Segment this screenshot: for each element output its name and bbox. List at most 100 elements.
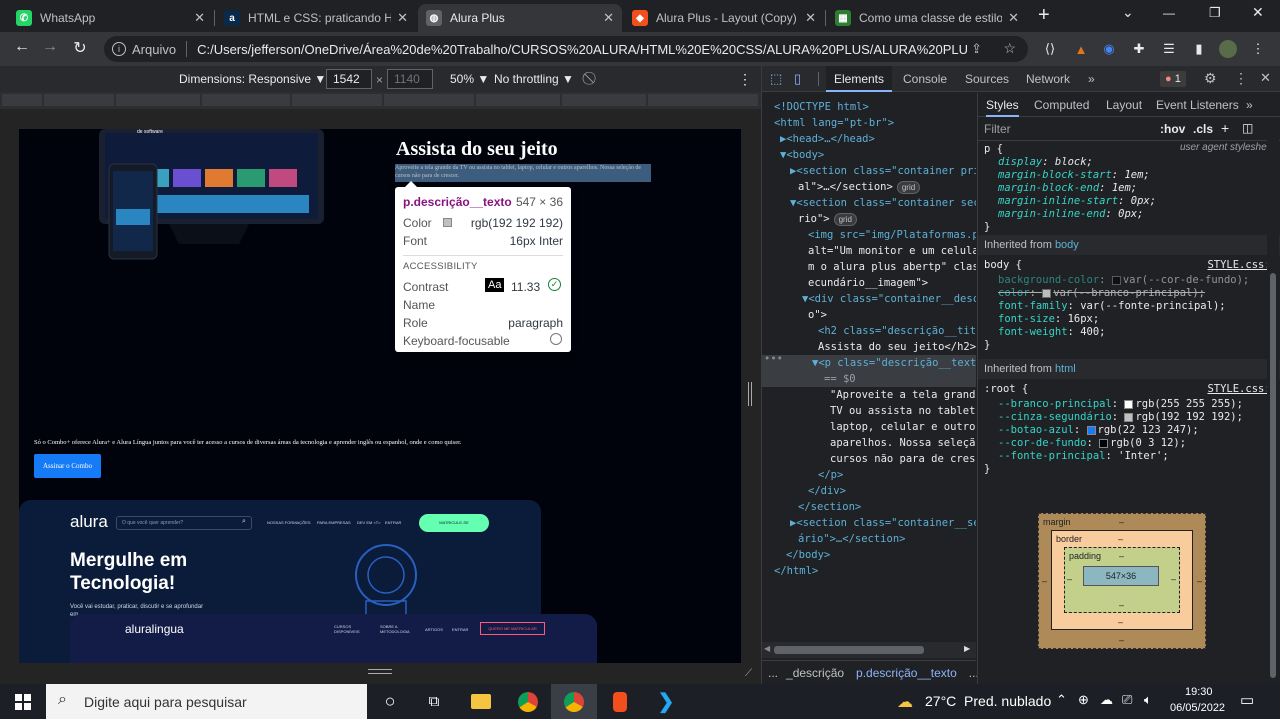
dom-node-line[interactable]: ▼<div class="container__desc — [802, 291, 976, 307]
inspect-element-icon[interactable]: ⬚ — [770, 71, 782, 87]
dom-node-line[interactable]: alt="Um monitor e um celula — [808, 243, 976, 259]
breadcrumb-more[interactable]: ... — [768, 666, 778, 680]
viewport-width-input[interactable]: 1542 — [326, 69, 372, 89]
clock-time[interactable]: 19:30 — [1185, 686, 1213, 698]
dom-tree[interactable]: <!DOCTYPE html> <html lang="pt-br"> ▶<head… — [762, 93, 976, 653]
chrome-icon[interactable] — [505, 684, 551, 719]
dom-horizontal-scrollbar[interactable]: ◀ ▶ — [762, 642, 976, 658]
address-bar[interactable]: i Arquivo C:/Users/jefferson/OneDrive/Ár… — [104, 36, 1028, 62]
tab-whatsapp[interactable]: ✆ WhatsApp ✕ — [8, 4, 213, 32]
grid-badge[interactable]: grid — [896, 181, 921, 194]
filter-input[interactable]: Filter — [984, 122, 1011, 136]
close-tab-icon[interactable]: ✕ — [397, 10, 408, 26]
css-variable[interactable]: --cinza-segundário: rgb(192 192 192); — [998, 411, 1243, 424]
tab-network[interactable]: Network — [1026, 66, 1070, 92]
dom-node-line[interactable]: o"> — [808, 307, 827, 323]
media-query-ruler[interactable] — [0, 92, 761, 109]
tab-figma[interactable]: ◆ Alura Plus - Layout (Copy) – ✕ — [624, 4, 824, 32]
vscode-icon[interactable]: ❯ — [643, 684, 689, 719]
dom-node-line[interactable]: ▼<body> — [780, 147, 824, 163]
alura-cta-button[interactable]: MATRICULE-SE — [419, 514, 489, 532]
dom-node-line[interactable]: </body> — [786, 547, 830, 563]
media-queue-icon[interactable]: ☰ — [1160, 40, 1178, 58]
tab-styles[interactable]: Styles — [986, 93, 1019, 117]
tab-sources[interactable]: Sources — [965, 66, 1009, 92]
weather-icon[interactable]: ☁ — [897, 692, 913, 712]
dom-node-line[interactable]: ▼<section class="container sec — [790, 195, 976, 211]
zoom-dropdown[interactable]: 50% ▼ — [450, 72, 489, 86]
share-icon[interactable]: ⇪ — [971, 41, 982, 57]
dom-node-line[interactable]: aparelhos. Nossa seleção — [830, 435, 976, 451]
lingua-nav-item[interactable]: ENTRAR — [452, 627, 468, 632]
settings-gear-icon[interactable]: ⚙ — [1204, 70, 1217, 87]
task-view-icon[interactable]: ⧉ — [411, 684, 457, 719]
network-icon[interactable]: ⎚ — [1122, 692, 1132, 708]
css-variable[interactable]: --fonte-principal: 'Inter'; — [998, 450, 1169, 463]
dom-node-line[interactable]: ▶<section class="container pri — [790, 163, 976, 179]
dom-node-line[interactable]: ▼<p class="descrição__texto — [762, 355, 976, 371]
windows-start-icon[interactable] — [0, 684, 46, 719]
tab-layout[interactable]: Layout — [1106, 93, 1142, 117]
metamask-fox-icon[interactable]: ▲ — [1072, 40, 1090, 58]
tab-css-class[interactable]: ▦ Como uma classe de estilo C ✕ — [827, 4, 1027, 32]
dom-node-line[interactable]: Assista do seu jeito</h2> — [818, 339, 976, 355]
volume-icon[interactable]: 🔈︎ — [1144, 692, 1152, 708]
new-rule-icon[interactable]: + — [1221, 120, 1229, 136]
close-tab-icon[interactable]: ✕ — [194, 10, 205, 26]
more-tabs-icon[interactable]: » — [1088, 66, 1095, 92]
tab-computed[interactable]: Computed — [1034, 93, 1089, 117]
combo-button[interactable]: Assinar o Combo — [34, 454, 101, 478]
alura-nav-item[interactable]: NOSSAS FORMAÇÕES — [267, 520, 311, 525]
clock-date[interactable]: 06/05/2022 — [1170, 702, 1225, 714]
taskbar-search-input[interactable]: ⌕ Digite aqui para pesquisar — [46, 684, 367, 719]
onedrive-icon[interactable]: ☁ — [1100, 692, 1113, 708]
dimensions-dropdown[interactable]: Dimensions: Responsive ▼ — [179, 72, 326, 86]
close-tab-icon[interactable]: ✕ — [1008, 10, 1019, 26]
close-window-button[interactable]: ✕ — [1252, 4, 1264, 21]
dom-node-line[interactable]: <html lang="pt-br"> — [774, 115, 894, 131]
dom-node-line[interactable]: ecundário__imagem"> — [808, 275, 928, 291]
tray-chevron-icon[interactable]: ⌃ — [1056, 692, 1067, 708]
toggle-sidebar-icon[interactable]: ◫ — [1242, 121, 1253, 135]
tab-search-chevron-icon[interactable]: ⌄ — [1122, 4, 1134, 21]
cls-toggle[interactable]: .cls — [1193, 122, 1213, 136]
extension-code-icon[interactable]: ⟨⟩ — [1041, 40, 1059, 58]
tray-app-icon[interactable]: ⊕ — [1078, 692, 1089, 708]
close-tab-icon[interactable]: ✕ — [603, 10, 614, 26]
viewport-height-input[interactable]: 1140 — [387, 69, 433, 89]
dom-node-line[interactable]: == $0 — [762, 371, 976, 387]
new-tab-button[interactable]: + — [1038, 4, 1050, 27]
dom-node-line[interactable]: al">…</section> grid — [798, 179, 921, 195]
avatar[interactable] — [1219, 40, 1237, 58]
tab-alura-plus[interactable]: ◍ Alura Plus ✕ — [418, 4, 622, 32]
css-variable[interactable]: --cor-de-fundo: rgb(0 3 12); — [998, 437, 1186, 450]
css-declaration[interactable]: font-weight: 400; — [998, 326, 1106, 339]
restore-button[interactable]: ❐ — [1209, 5, 1221, 21]
lingua-nav-item[interactable]: SOBRE A METODOLOGIA — [380, 624, 416, 634]
dom-node-line[interactable]: TV ou assista no tablet, — [830, 403, 976, 419]
lingua-nav-item[interactable]: ARTIGOS — [425, 627, 443, 632]
dom-node-line[interactable]: ário">…</section> — [798, 531, 905, 547]
device-more-icon[interactable]: ⋮ — [738, 71, 752, 88]
resize-handle-right[interactable] — [748, 382, 752, 406]
css-declaration[interactable]: background-color: var(--cor-de-fundo); — [998, 274, 1249, 287]
dom-node-line[interactable]: m o alura plus abertp" clas — [808, 259, 976, 275]
css-declaration[interactable]: font-size: 16px; — [998, 313, 1099, 326]
cortana-icon[interactable]: ○ — [367, 684, 413, 719]
resize-corner-icon[interactable]: ⟋ — [745, 668, 752, 679]
resize-handle-bottom[interactable] — [368, 669, 392, 674]
devtools-menu-icon[interactable]: ⋮ — [1234, 70, 1248, 87]
css-variable[interactable]: --botao-azul: rgb(22 123 247); — [998, 424, 1199, 437]
dom-node-line[interactable]: ▶<head>…</head> — [780, 131, 875, 147]
screencast-icon[interactable]: ◉ — [1100, 40, 1118, 58]
reload-icon[interactable]: ↻ — [66, 38, 94, 58]
breadcrumb-item-selected[interactable]: p.descrição__texto — [856, 666, 957, 680]
close-devtools-icon[interactable]: ✕ — [1260, 70, 1271, 86]
close-tab-icon[interactable]: ✕ — [805, 10, 816, 26]
dom-node-line[interactable]: <h2 class="descrição__titu — [818, 323, 976, 339]
lingua-nav-item[interactable]: CURSOS DISPONÍVEIS — [334, 624, 364, 634]
grid-badge[interactable]: grid — [833, 213, 857, 226]
lingua-cta-button[interactable]: QUERO ME MATRICULAR — [480, 622, 545, 635]
more-tabs-icon[interactable]: » — [1246, 93, 1253, 117]
alura-nav-item[interactable]: ENTRAR — [385, 520, 401, 525]
